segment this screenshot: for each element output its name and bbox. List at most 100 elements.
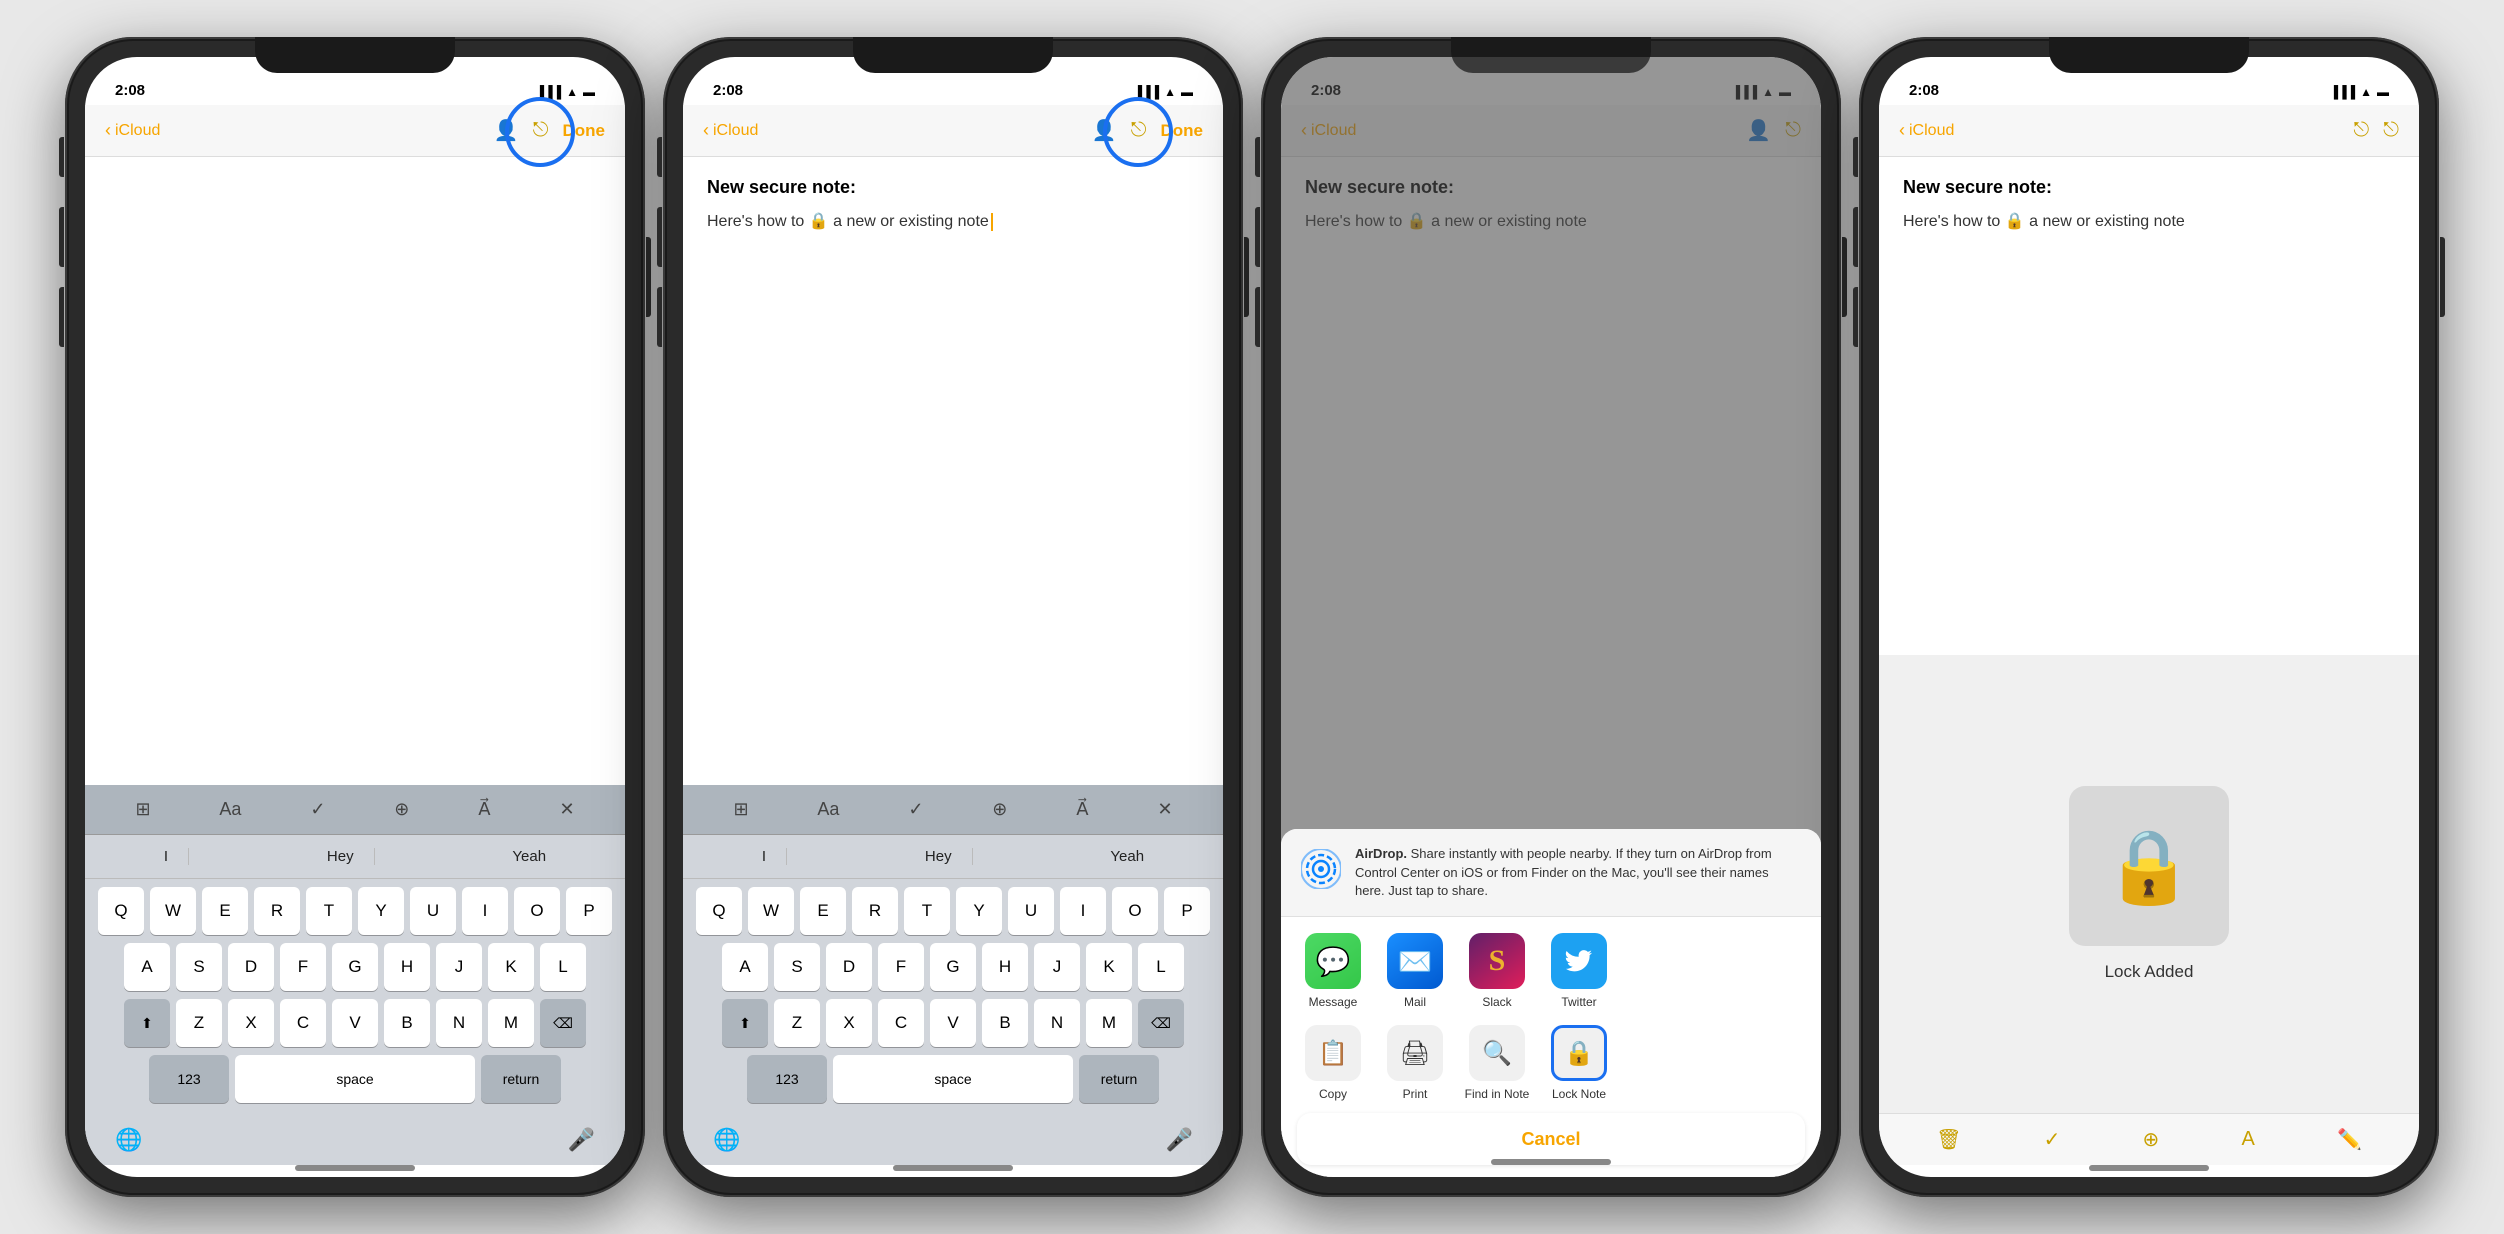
share-icon-2[interactable]: ⎋ [1131, 119, 1147, 142]
key-o-2[interactable]: O [1112, 887, 1158, 935]
key-123-2[interactable]: 123 [747, 1055, 827, 1103]
key-k-2[interactable]: K [1086, 943, 1132, 991]
keyboard-1[interactable]: ⊞ Aa ✓ ⊕ A⃗ ✕ I Hey Yeah Q W E [85, 785, 625, 1165]
key-j-2[interactable]: J [1034, 943, 1080, 991]
nav-back-2[interactable]: ‹ iCloud [703, 120, 758, 141]
action-print[interactable]: 🖨 Print [1379, 1025, 1451, 1101]
check-icon-2[interactable]: ✓ [908, 799, 923, 820]
key-n-2[interactable]: N [1034, 999, 1080, 1047]
key-v-2[interactable]: V [930, 999, 976, 1047]
key-i-2[interactable]: I [1060, 887, 1106, 935]
key-m[interactable]: M [488, 999, 534, 1047]
key-j[interactable]: J [436, 943, 482, 991]
key-t-2[interactable]: T [904, 887, 950, 935]
key-b-2[interactable]: B [982, 999, 1028, 1047]
key-x-2[interactable]: X [826, 999, 872, 1047]
pred-3[interactable]: Yeah [492, 848, 566, 865]
key-h[interactable]: H [384, 943, 430, 991]
key-z-2[interactable]: Z [774, 999, 820, 1047]
app-message[interactable]: 💬 Message [1297, 933, 1369, 1009]
key-v[interactable]: V [332, 999, 378, 1047]
action-copy[interactable]: 📋 Copy [1297, 1025, 1369, 1101]
key-q[interactable]: Q [98, 887, 144, 935]
key-t[interactable]: T [306, 887, 352, 935]
done-button-1[interactable]: Done [563, 121, 606, 141]
close-icon[interactable]: ✕ [559, 799, 574, 820]
key-delete-2[interactable]: ⌫ [1138, 999, 1184, 1047]
key-c-2[interactable]: C [878, 999, 924, 1047]
app-twitter[interactable]: Twitter [1543, 933, 1615, 1009]
key-space[interactable]: space [235, 1055, 475, 1103]
key-s-2[interactable]: S [774, 943, 820, 991]
key-g[interactable]: G [332, 943, 378, 991]
person-icon-1[interactable]: 👤 [494, 118, 519, 143]
keyboard-2[interactable]: ⊞ Aa ✓ ⊕ A⃗ ✕ I Hey Yeah Q W E [683, 785, 1223, 1165]
key-return-2[interactable]: return [1079, 1055, 1159, 1103]
action-lock-note[interactable]: 🔒 Lock Note [1543, 1025, 1615, 1101]
pred-2-3[interactable]: Yeah [1090, 848, 1164, 865]
text-toolbar-icon[interactable]: A [2241, 1128, 2254, 1151]
pred-1[interactable]: I [144, 848, 189, 865]
app-mail[interactable]: ✉️ Mail [1379, 933, 1451, 1009]
key-x[interactable]: X [228, 999, 274, 1047]
format-icon[interactable]: Aa [219, 799, 241, 820]
key-q-2[interactable]: Q [696, 887, 742, 935]
key-s[interactable]: S [176, 943, 222, 991]
key-n[interactable]: N [436, 999, 482, 1047]
key-i[interactable]: I [462, 887, 508, 935]
key-l-2[interactable]: L [1138, 943, 1184, 991]
key-k[interactable]: K [488, 943, 534, 991]
table-icon-2[interactable]: ⊞ [733, 799, 748, 820]
key-p[interactable]: P [566, 887, 612, 935]
cancel-button[interactable]: Cancel [1297, 1113, 1805, 1165]
key-p-2[interactable]: P [1164, 887, 1210, 935]
check-toolbar-icon[interactable]: ✓ [2044, 1127, 2061, 1152]
key-e-2[interactable]: E [800, 887, 846, 935]
trash-icon[interactable]: 🗑 [1936, 1127, 1961, 1152]
note-area-4[interactable]: New secure note: Here's how to 🔒 a new o… [1879, 157, 2419, 655]
pred-2-1[interactable]: I [742, 848, 787, 865]
plus-icon-2[interactable]: ⊕ [992, 799, 1007, 820]
key-f-2[interactable]: F [878, 943, 924, 991]
key-b[interactable]: B [384, 999, 430, 1047]
plus-icon[interactable]: ⊕ [394, 799, 409, 820]
share-icon-1[interactable]: ⎋ [533, 119, 549, 142]
key-y-2[interactable]: Y [956, 887, 1002, 935]
text-icon[interactable]: A⃗ [478, 799, 490, 820]
mic-icon-2[interactable]: 🎤 [1166, 1127, 1193, 1153]
compose-icon[interactable]: ✏️ [2337, 1127, 2362, 1152]
key-c[interactable]: C [280, 999, 326, 1047]
person-icon-2[interactable]: 👤 [1092, 118, 1117, 143]
key-u[interactable]: U [410, 887, 456, 935]
key-space-2[interactable]: space [833, 1055, 1073, 1103]
key-delete[interactable]: ⌫ [540, 999, 586, 1047]
note-area-1[interactable] [85, 157, 625, 785]
key-shift[interactable]: ⬆ [124, 999, 170, 1047]
key-w[interactable]: W [150, 887, 196, 935]
key-y[interactable]: Y [358, 887, 404, 935]
table-icon[interactable]: ⊞ [135, 799, 150, 820]
key-e[interactable]: E [202, 887, 248, 935]
format-icon-2[interactable]: Aa [817, 799, 839, 820]
key-l[interactable]: L [540, 943, 586, 991]
share-sheet[interactable]: AirDrop. Share instantly with people nea… [1281, 829, 1821, 1177]
key-r[interactable]: R [254, 887, 300, 935]
mic-icon-1[interactable]: 🎤 [568, 1127, 595, 1153]
key-a-2[interactable]: A [722, 943, 768, 991]
nav-back-1[interactable]: ‹ iCloud [105, 120, 160, 141]
note-area-2[interactable]: New secure note: Here's how to 🔒 a new o… [683, 157, 1223, 785]
pred-2-2[interactable]: Hey [905, 848, 973, 865]
share-box-icon-4[interactable]: ⎋ [2353, 119, 2369, 142]
key-a[interactable]: A [124, 943, 170, 991]
nav-back-4[interactable]: ‹ iCloud [1899, 120, 1954, 141]
key-o[interactable]: O [514, 887, 560, 935]
key-d[interactable]: D [228, 943, 274, 991]
key-r-2[interactable]: R [852, 887, 898, 935]
key-return[interactable]: return [481, 1055, 561, 1103]
key-w-2[interactable]: W [748, 887, 794, 935]
globe-icon-2[interactable]: 🌐 [713, 1127, 740, 1153]
check-icon[interactable]: ✓ [310, 799, 325, 820]
text-icon-2[interactable]: A⃗ [1076, 799, 1088, 820]
pred-2[interactable]: Hey [307, 848, 375, 865]
app-slack[interactable]: S Slack [1461, 933, 1533, 1009]
